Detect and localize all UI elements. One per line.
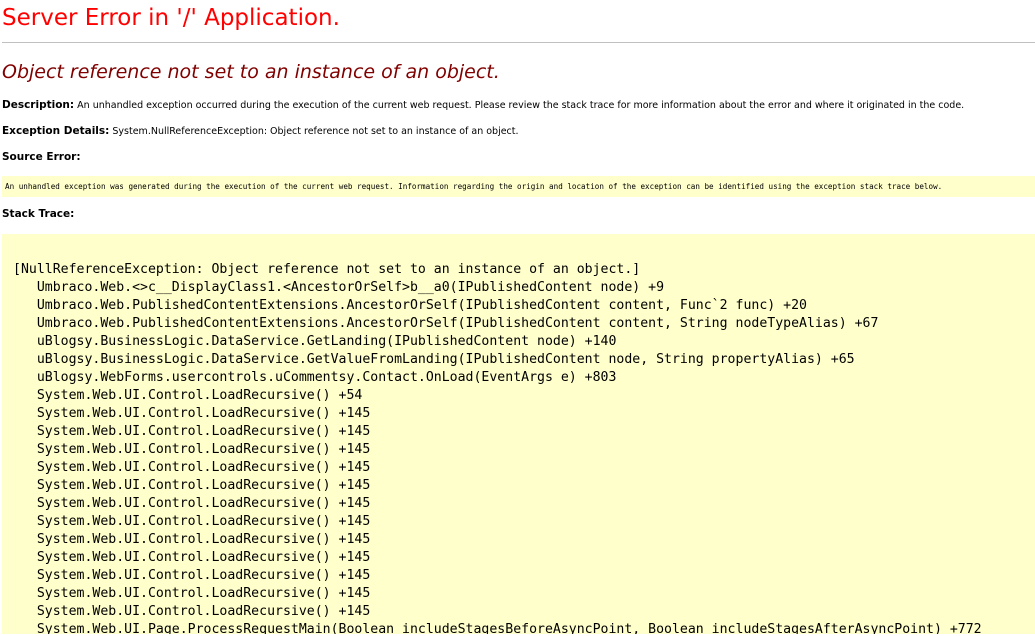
- title-divider: [2, 42, 1035, 43]
- stack-trace-line: System.Web.UI.Control.LoadRecursive() +5…: [13, 388, 363, 403]
- source-error-row: Source Error:: [2, 150, 81, 165]
- stack-trace-line: System.Web.UI.Control.LoadRecursive() +1…: [13, 550, 371, 565]
- stack-trace-line: System.Web.UI.Control.LoadRecursive() +1…: [13, 532, 371, 547]
- stack-trace-line: uBlogsy.WebForms.usercontrols.uCommentsy…: [13, 370, 617, 385]
- stack-trace-line: System.Web.UI.Control.LoadRecursive() +1…: [13, 460, 371, 475]
- description-label: Description:: [2, 99, 75, 111]
- description-row: Description: An unhandled exception occu…: [2, 98, 964, 113]
- exception-details-label: Exception Details:: [2, 125, 110, 137]
- exception-details-row: Exception Details: System.NullReferenceE…: [2, 124, 519, 139]
- stack-trace-line: Umbraco.Web.PublishedContentExtensions.A…: [13, 316, 879, 331]
- stack-trace-line: System.Web.UI.Control.LoadRecursive() +1…: [13, 406, 371, 421]
- stack-trace-line: System.Web.UI.Control.LoadRecursive() +1…: [13, 604, 371, 619]
- stack-trace-label: Stack Trace:: [2, 208, 75, 220]
- stack-trace-row: Stack Trace:: [2, 207, 74, 222]
- stack-trace-line: System.Web.UI.Page.ProcessRequestMain(Bo…: [13, 622, 982, 634]
- stack-trace-line: uBlogsy.BusinessLogic.DataService.GetLan…: [13, 334, 617, 349]
- stack-trace-line: System.Web.UI.Control.LoadRecursive() +1…: [13, 424, 371, 439]
- stack-trace-line: System.Web.UI.Control.LoadRecursive() +1…: [13, 514, 371, 529]
- description-text: An unhandled exception occurred during t…: [77, 100, 965, 111]
- stack-trace-line: System.Web.UI.Control.LoadRecursive() +1…: [13, 586, 371, 601]
- error-message: Object reference not set to an instance …: [2, 61, 500, 83]
- source-error-label: Source Error:: [2, 151, 81, 163]
- stack-trace-line: System.Web.UI.Control.LoadRecursive() +1…: [13, 496, 371, 511]
- source-error-notice: An unhandled exception was generated dur…: [2, 176, 1035, 197]
- stack-trace-line: System.Web.UI.Control.LoadRecursive() +1…: [13, 442, 371, 457]
- stack-trace: [NullReferenceException: Object referenc…: [13, 261, 982, 634]
- stack-trace-line: System.Web.UI.Control.LoadRecursive() +1…: [13, 568, 371, 583]
- stack-trace-line: [NullReferenceException: Object referenc…: [13, 262, 641, 277]
- stack-trace-line: Umbraco.Web.PublishedContentExtensions.A…: [13, 298, 807, 313]
- page-title: Server Error in '/' Application.: [2, 5, 340, 31]
- stack-trace-box: [NullReferenceException: Object referenc…: [2, 234, 1035, 634]
- stack-trace-line: uBlogsy.BusinessLogic.DataService.GetVal…: [13, 352, 855, 367]
- exception-details-text: System.NullReferenceException: Object re…: [112, 126, 519, 137]
- stack-trace-line: System.Web.UI.Control.LoadRecursive() +1…: [13, 478, 371, 493]
- stack-trace-line: Umbraco.Web.<>c__DisplayClass1.<Ancestor…: [13, 280, 665, 295]
